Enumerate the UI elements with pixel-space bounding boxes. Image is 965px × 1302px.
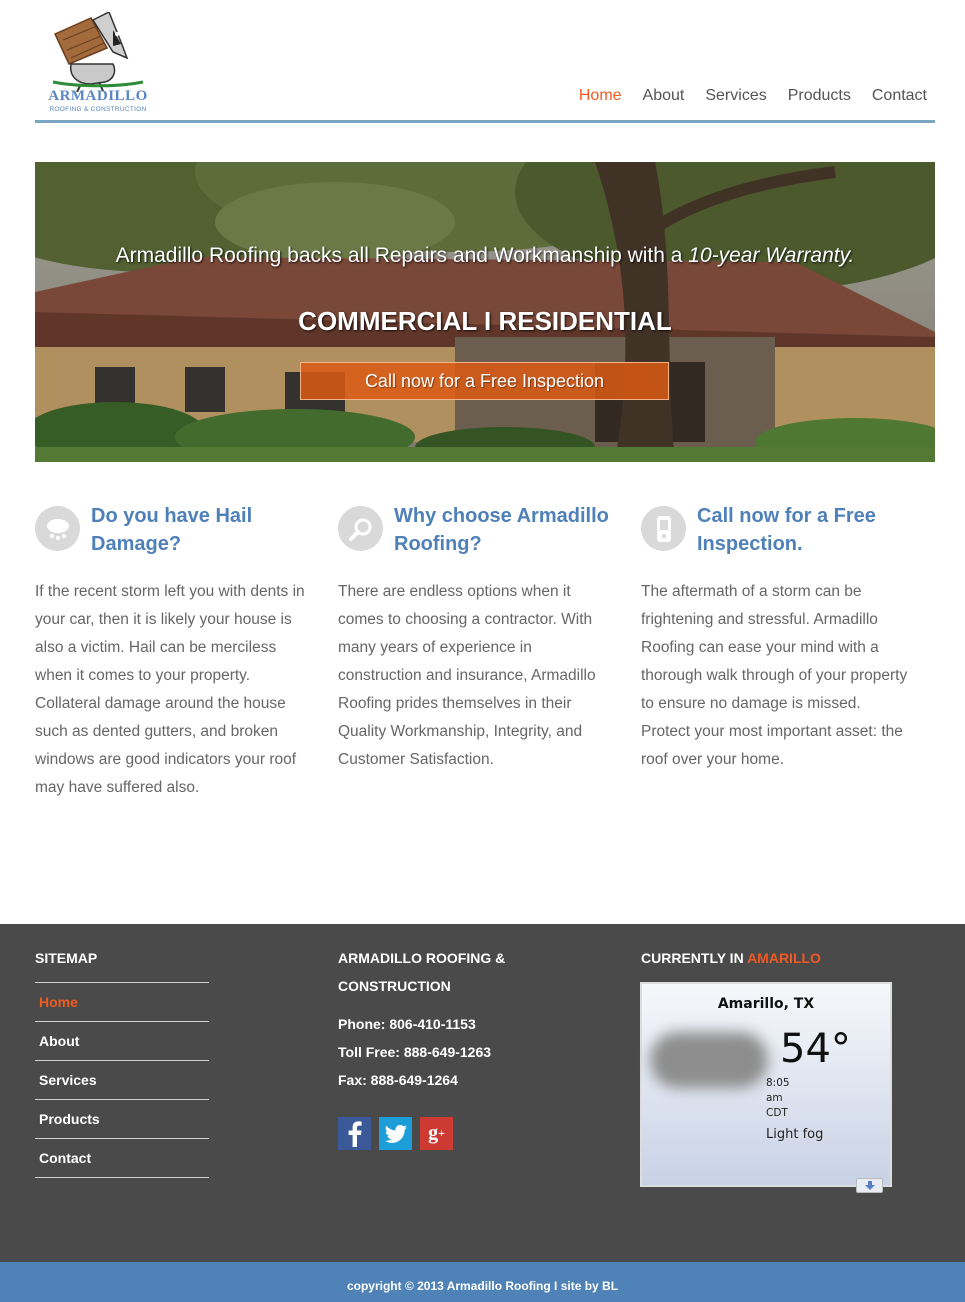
toll-free-number: Toll Free: 888-649-1263	[338, 1044, 492, 1060]
sitemap-list: Home About Services Products Contact	[35, 982, 209, 1178]
hero-segments-text: COMMERCIAL I RESIDENTIAL	[298, 306, 672, 336]
nav-products[interactable]: Products	[788, 87, 851, 105]
weather-city: Amarillo, TX	[717, 996, 815, 1012]
weather-widget[interactable]: Amarillo, TX 54° 8:05 am CDT Light fog	[640, 982, 892, 1193]
company-heading-line2: CONSTRUCTION	[338, 978, 451, 994]
sitemap-item-services[interactable]: Services	[35, 1061, 209, 1100]
currently-in-heading: CURRENTLY IN AMARILLO	[641, 944, 821, 972]
nav-home[interactable]: Home	[579, 87, 622, 105]
nav-about[interactable]: About	[643, 87, 685, 105]
site-header: ARMADILLO ROOFING & CONSTRUCTION Home Ab…	[35, 0, 935, 123]
nav-contact[interactable]: Contact	[872, 87, 927, 105]
phone-icon	[641, 506, 686, 551]
fax-number: Fax: 888-649-1264	[338, 1072, 458, 1088]
logo-tagline: ROOFING & CONSTRUCTION	[49, 106, 147, 113]
feature-body: The aftermath of a storm can be frighten…	[641, 583, 908, 768]
fog-cloud-icon	[650, 1032, 768, 1088]
weather-temperature: 54°	[780, 1026, 851, 1072]
hero-warranty-text: Armadillo Roofing backs all Repairs and …	[35, 244, 935, 268]
logo-name: ARMADILLO	[48, 88, 148, 104]
feature-body: There are endless options when it comes …	[338, 583, 596, 768]
feature-title: Do you have Hail Damage?	[91, 505, 253, 555]
social-links: g +	[338, 1117, 453, 1150]
magnifier-icon	[338, 506, 383, 551]
weather-time: 8:05 am CDT	[766, 1077, 790, 1119]
twitter-icon[interactable]	[379, 1117, 412, 1150]
expand-arrow-icon[interactable]	[856, 1178, 883, 1193]
logo[interactable]: ARMADILLO ROOFING & CONSTRUCTION	[43, 12, 153, 113]
copyright-bar: copyright © 2013 Armadillo Roofing I sit…	[0, 1262, 965, 1302]
sitemap-item-about[interactable]: About	[35, 1022, 209, 1061]
company-heading: ARMADILLO ROOFING & CONSTRUCTION	[338, 944, 505, 1000]
currently-in-city: AMARILLO	[747, 950, 821, 966]
facebook-icon[interactable]	[338, 1117, 371, 1150]
sitemap-heading: SITEMAP	[35, 950, 98, 966]
site-footer: SITEMAP Home About Services Products Con…	[0, 924, 965, 1262]
sitemap-item-home[interactable]: Home	[35, 983, 209, 1022]
sitemap-item-contact[interactable]: Contact	[35, 1139, 209, 1178]
hero-banner: Armadillo Roofing backs all Repairs and …	[35, 162, 935, 462]
sitemap-item-products[interactable]: Products	[35, 1100, 209, 1139]
armadillo-mascot-icon	[52, 12, 144, 92]
hero-warranty-emphasis: 10-year Warranty.	[688, 244, 855, 267]
feature-body: If the recent storm left you with dents …	[35, 583, 305, 796]
phone-number: Phone: 806-410-1153	[338, 1016, 476, 1032]
company-heading-line1: ARMADILLO ROOFING &	[338, 950, 506, 966]
currently-in-label: CURRENTLY IN	[641, 950, 748, 966]
feature-title: Call now for a Free Inspection.	[697, 505, 876, 555]
google-plus-icon[interactable]: g +	[420, 1117, 453, 1150]
hero-warranty-prefix: Armadillo Roofing backs all Repairs and …	[115, 244, 689, 267]
feature-title: Why choose Armadillo Roofing?	[394, 505, 609, 555]
nav-services[interactable]: Services	[705, 87, 766, 105]
weather-condition: Light fog	[766, 1127, 824, 1142]
free-inspection-button[interactable]: Call now for a Free Inspection	[300, 362, 669, 400]
main-nav: Home About Services Products Contact	[579, 87, 927, 105]
hail-cloud-icon	[35, 506, 80, 551]
